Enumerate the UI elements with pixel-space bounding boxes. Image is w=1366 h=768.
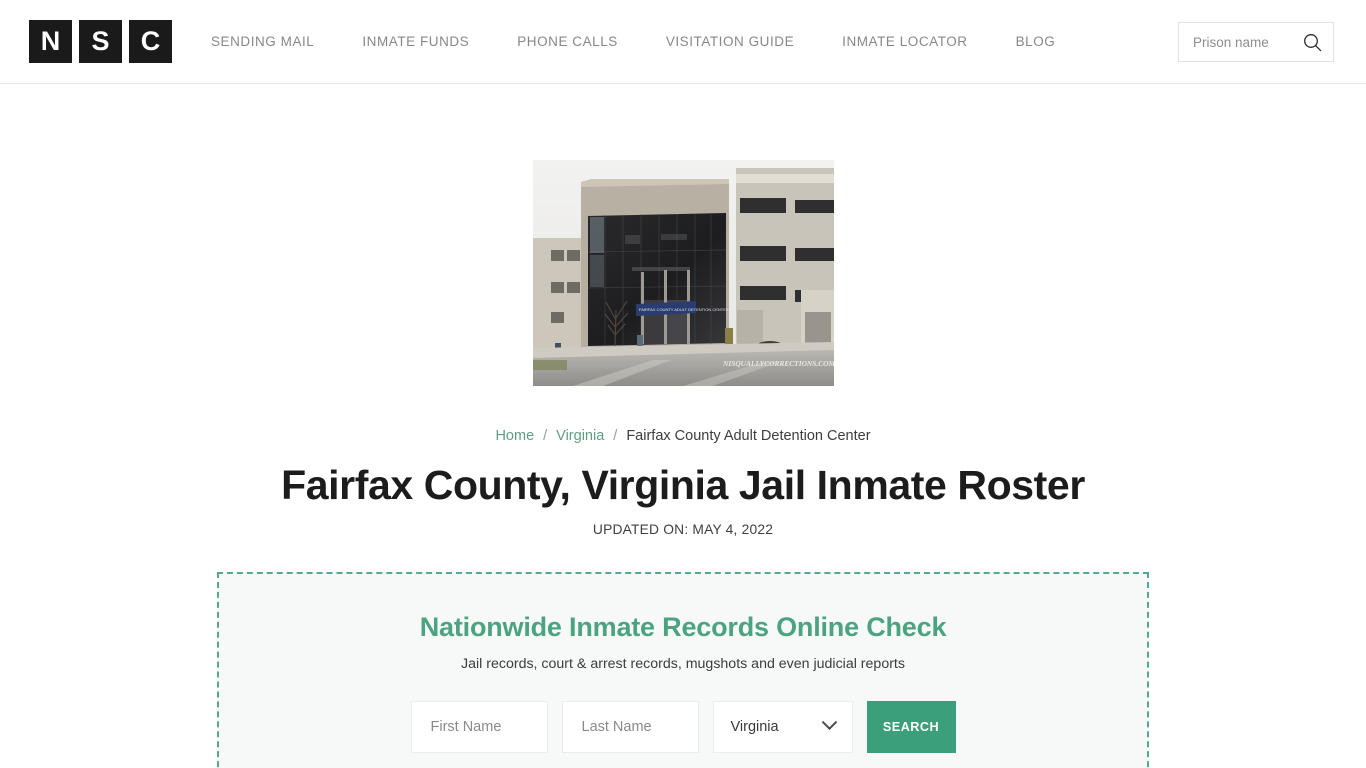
page-main: FAIRFAX COUNTY ADULT DETENTION CENTER NI… xyxy=(0,84,1366,768)
nav-item-sending-mail[interactable]: SENDING MAIL xyxy=(211,34,338,49)
page-title: Fairfax County, Virginia Jail Inmate Ros… xyxy=(281,462,1085,508)
logo-tile-c: C xyxy=(129,20,172,63)
site-logo[interactable]: N S C xyxy=(29,20,172,63)
first-name-field[interactable] xyxy=(410,700,548,753)
inmate-search-form: Virginia SEARCH xyxy=(239,700,1127,753)
search-icon[interactable] xyxy=(1301,31,1323,53)
logo-tile-s: S xyxy=(79,20,122,63)
breadcrumb-item-home[interactable]: Home xyxy=(495,428,534,444)
breadcrumb-separator: / xyxy=(543,428,548,444)
last-name-field[interactable] xyxy=(561,700,699,753)
prison-name-search-input[interactable] xyxy=(1191,33,1301,51)
main-navigation: SENDING MAIL INMATE FUNDS PHONE CALLS VI… xyxy=(211,34,1079,49)
breadcrumb-separator: / xyxy=(613,428,618,444)
state-select-value: Virginia xyxy=(730,718,779,735)
widget-title: Nationwide Inmate Records Online Check xyxy=(419,611,947,642)
updated-on-label: UPDATED ON: MAY 4, 2022 xyxy=(592,521,774,537)
nav-item-phone-calls[interactable]: PHONE CALLS xyxy=(493,34,642,49)
nav-item-inmate-locator[interactable]: INMATE LOCATOR xyxy=(818,34,991,49)
header-search-box[interactable] xyxy=(1178,22,1334,62)
breadcrumb-item-current: Fairfax County Adult Detention Center xyxy=(626,428,871,444)
photo-watermark: NISQUALLYCORRECTIONS.COM xyxy=(722,359,834,368)
nav-item-blog[interactable]: BLOG xyxy=(992,34,1080,49)
chevron-down-icon xyxy=(821,714,837,731)
first-name-input[interactable] xyxy=(428,717,530,736)
inmate-records-widget: Nationwide Inmate Records Online Check J… xyxy=(217,571,1149,768)
facility-photo: FAIRFAX COUNTY ADULT DETENTION CENTER NI… xyxy=(532,160,834,386)
facility-sign-text: FAIRFAX COUNTY ADULT DETENTION CENTER xyxy=(639,307,729,312)
widget-subtitle: Jail records, court & arrest records, mu… xyxy=(461,655,905,672)
nav-item-visitation-guide[interactable]: VISITATION GUIDE xyxy=(642,34,818,49)
logo-tile-n: N xyxy=(29,20,72,63)
breadcrumb: Home / Virginia / Fairfax County Adult D… xyxy=(495,428,870,444)
breadcrumb-item-virginia[interactable]: Virginia xyxy=(556,428,604,444)
last-name-input[interactable] xyxy=(579,717,681,736)
state-select[interactable]: Virginia xyxy=(712,700,853,753)
search-button[interactable]: SEARCH xyxy=(866,700,956,753)
nav-item-inmate-funds[interactable]: INMATE FUNDS xyxy=(338,34,493,49)
site-header: N S C SENDING MAIL INMATE FUNDS PHONE CA… xyxy=(0,0,1366,84)
